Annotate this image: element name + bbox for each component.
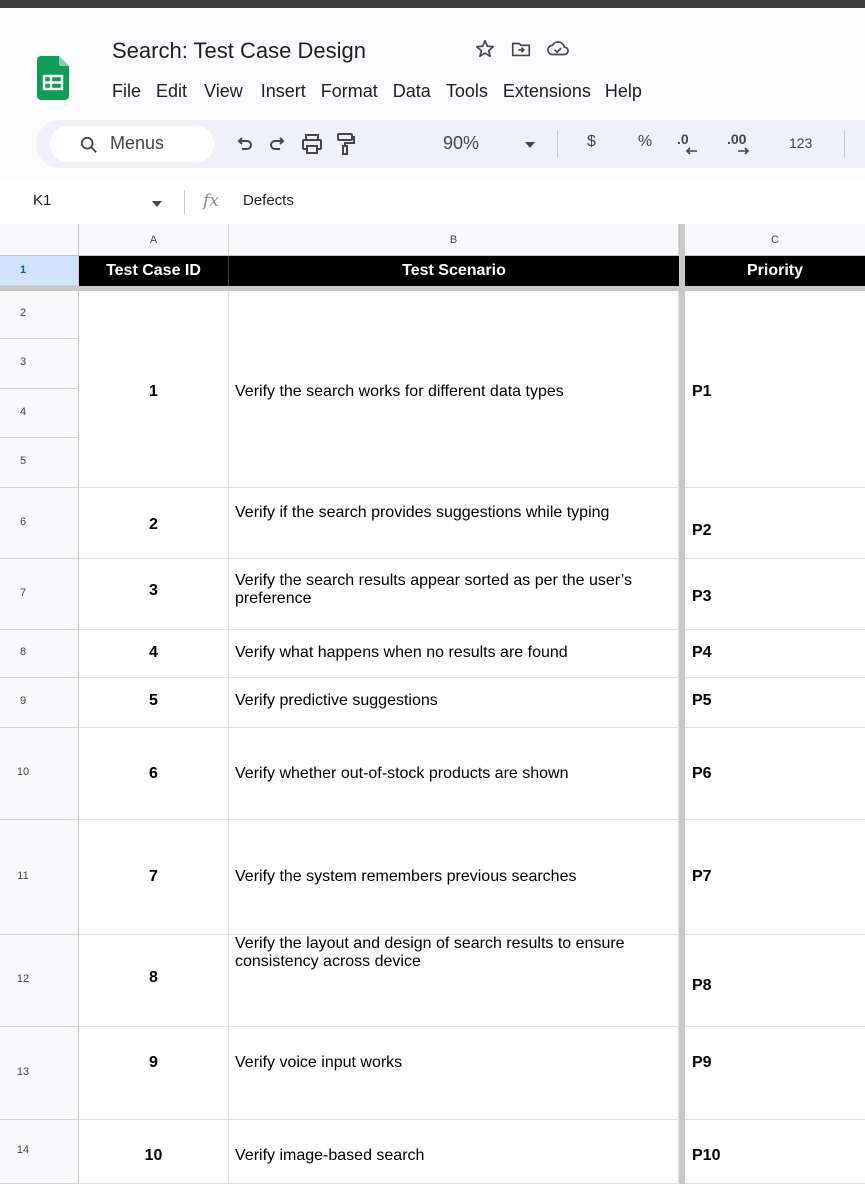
increase-decimal-arrow-icon <box>738 147 750 155</box>
undo-icon[interactable] <box>234 134 254 154</box>
row-header-5[interactable]: 5 <box>0 438 79 488</box>
row-header-1[interactable]: 1 <box>0 256 79 286</box>
decrease-decimal-arrow-icon <box>685 147 697 155</box>
test-case-id-cell[interactable]: 8 <box>79 935 229 1027</box>
test-case-id-cell[interactable]: 10 <box>79 1120 229 1184</box>
test-case-id-cell[interactable]: 9 <box>79 1027 229 1120</box>
test-scenario-cell[interactable]: Verify what happens when no results are … <box>229 630 679 678</box>
frozen-column-divider[interactable] <box>679 224 685 1184</box>
priority-cell[interactable]: P5 <box>685 678 865 728</box>
document-title[interactable]: Search: Test Case Design <box>112 38 366 64</box>
row-header-13[interactable]: 13 <box>0 1027 79 1120</box>
test-scenario-cell[interactable]: Verify the search results appear sorted … <box>229 559 679 630</box>
search-icon <box>80 136 97 153</box>
menu-extensions[interactable]: Extensions <box>503 81 591 102</box>
test-scenario-cell[interactable]: Verify whether out-of-stock products are… <box>229 728 679 820</box>
priority-cell[interactable]: P8 <box>685 935 865 1027</box>
increase-decimal-button[interactable]: .00 <box>727 131 746 147</box>
print-icon[interactable] <box>301 133 323 155</box>
currency-format-button[interactable]: $ <box>587 133 596 151</box>
decrease-decimal-button[interactable]: .0 <box>677 131 689 147</box>
column-header-c[interactable]: C <box>685 224 865 256</box>
move-to-folder-icon[interactable] <box>510 38 532 60</box>
number-format-button[interactable]: 123 <box>789 135 812 151</box>
priority-cell[interactable]: P4 <box>685 630 865 678</box>
priority-cell[interactable]: P1 <box>685 291 865 488</box>
row-header-12[interactable]: 12 <box>0 935 79 1027</box>
select-all-corner[interactable] <box>0 224 79 256</box>
zoom-select[interactable]: 90% <box>443 133 479 154</box>
toolbar-separator <box>844 130 845 158</box>
test-case-id-cell[interactable]: 5 <box>79 678 229 728</box>
row-header-6[interactable]: 6 <box>0 488 79 559</box>
menu-format[interactable]: Format <box>321 81 378 102</box>
test-scenario-cell[interactable]: Verify the system remembers previous sea… <box>229 820 679 935</box>
menu-file[interactable]: File <box>112 81 141 102</box>
search-menus-label: Menus <box>110 133 165 153</box>
search-menus-input[interactable]: Menus <box>50 126 214 162</box>
percent-format-button[interactable]: % <box>638 133 652 151</box>
cloud-saved-icon[interactable] <box>546 38 570 60</box>
test-scenario-cell[interactable]: Verify the layout and design of search r… <box>229 935 679 1027</box>
menu-help[interactable]: Help <box>605 81 642 102</box>
test-scenario-cell[interactable]: Verify if the search provides suggestion… <box>229 488 679 559</box>
menu-edit[interactable]: Edit <box>156 81 187 102</box>
menu-bar: File Edit View Insert Format Data Tools … <box>112 81 642 102</box>
test-case-id-cell[interactable]: 2 <box>79 488 229 559</box>
test-case-id-cell[interactable]: 4 <box>79 630 229 678</box>
name-box[interactable]: K1 <box>33 192 51 209</box>
row-header-14[interactable]: 14 <box>0 1120 79 1184</box>
priority-cell[interactable]: P7 <box>685 820 865 935</box>
header-cell-priority[interactable]: Priority <box>685 256 865 286</box>
priority-cell[interactable]: P10 <box>685 1120 865 1184</box>
fx-icon: fx <box>203 191 219 211</box>
test-scenario-cell[interactable]: Verify the search works for different da… <box>229 291 679 488</box>
menu-data[interactable]: Data <box>393 81 431 102</box>
toolbar-area: Menus 90% $ % .0 .00 123 <box>0 108 865 180</box>
header-cell-test-scenario[interactable]: Test Scenario <box>229 256 679 286</box>
formula-input[interactable]: Defects <box>243 192 294 209</box>
test-case-id-cell[interactable]: 7 <box>79 820 229 935</box>
test-scenario-cell[interactable]: Verify voice input works <box>229 1027 679 1120</box>
name-box-dropdown-icon[interactable] <box>151 200 163 208</box>
formula-bar: K1 fx Defects <box>0 180 865 225</box>
zoom-dropdown-icon[interactable] <box>524 141 536 149</box>
row-header-10[interactable]: 10 <box>0 728 79 820</box>
formula-separator <box>184 190 185 214</box>
priority-cell[interactable]: P3 <box>685 559 865 630</box>
test-scenario-cell[interactable]: Verify predictive suggestions <box>229 678 679 728</box>
menu-tools[interactable]: Tools <box>446 81 488 102</box>
header-cell-test-case-id[interactable]: Test Case ID <box>79 256 229 286</box>
app-header: Search: Test Case Design File Edit View … <box>0 8 865 108</box>
toolbar: Menus 90% $ % .0 .00 123 <box>36 120 865 168</box>
priority-cell[interactable]: P6 <box>685 728 865 820</box>
row-header-11[interactable]: 11 <box>0 820 79 935</box>
column-header-a[interactable]: A <box>79 224 229 256</box>
test-scenario-cell[interactable]: Verify image-based search <box>229 1120 679 1184</box>
star-icon[interactable] <box>474 38 496 60</box>
menu-insert[interactable]: Insert <box>261 81 306 102</box>
row-header-3[interactable]: 3 <box>0 339 79 389</box>
test-case-id-cell[interactable]: 1 <box>79 291 229 488</box>
row-header-8[interactable]: 8 <box>0 630 79 678</box>
toolbar-separator <box>557 130 558 158</box>
priority-cell[interactable]: P9 <box>685 1027 865 1120</box>
google-sheets-logo[interactable] <box>37 56 69 100</box>
spreadsheet-grid: A B C 1 Test Case ID Test Scenario Prior… <box>0 224 865 1184</box>
window-top-strip <box>0 0 865 8</box>
menu-view[interactable]: View <box>204 81 243 102</box>
row-header-2[interactable]: 2 <box>0 291 79 339</box>
row-header-4[interactable]: 4 <box>0 389 79 438</box>
test-case-id-cell[interactable]: 6 <box>79 728 229 820</box>
redo-icon[interactable] <box>268 134 288 154</box>
paint-format-icon[interactable] <box>336 132 356 156</box>
priority-cell[interactable]: P2 <box>685 488 865 559</box>
test-case-id-cell[interactable]: 3 <box>79 559 229 630</box>
row-header-7[interactable]: 7 <box>0 559 79 630</box>
row-header-9[interactable]: 9 <box>0 678 79 728</box>
column-header-b[interactable]: B <box>229 224 679 256</box>
